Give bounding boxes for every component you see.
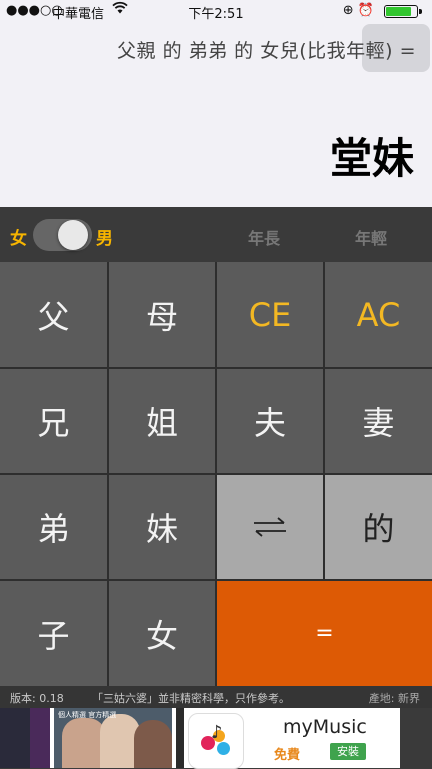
key-daughter[interactable]: 女 [109, 581, 215, 686]
mymusic-logo-icon: ♪ [188, 713, 244, 769]
gender-toggle[interactable] [33, 219, 92, 251]
ad-divider [176, 708, 184, 768]
ad-image-left [0, 708, 50, 768]
key-of[interactable]: 的 [325, 475, 432, 579]
swap-button[interactable] [217, 475, 323, 579]
expression-text: 父親 的 弟弟 的 女兒(比我年輕) = [117, 40, 416, 62]
disclaimer-text: 「三姑六婆」並非精密科學，只作參考。 [92, 692, 290, 705]
equals-button[interactable]: = [217, 581, 432, 686]
status-icons: ⊕ ⏰ [342, 3, 374, 18]
key-husband[interactable]: 夫 [217, 369, 323, 473]
ad-banner[interactable]: 個人精選 官方精選 ♪ myMusic 免費 安裝 [0, 708, 432, 769]
key-younger-sister[interactable]: 妹 [109, 475, 215, 579]
battery-fill [386, 7, 411, 16]
result-text: 堂妹 [329, 134, 414, 183]
toggle-knob[interactable] [58, 220, 88, 250]
female-label: 女 [10, 229, 27, 249]
ad-promo-image: 個人精選 官方精選 [54, 708, 172, 768]
keypad: 父 母 CE AC 兄 姐 夫 妻 弟 妹 的 子 女 = [0, 262, 432, 686]
ad-install-button[interactable]: 安裝 [330, 743, 366, 760]
version-text: 版本: 0.18 [10, 692, 64, 705]
clear-entry-button[interactable]: CE [217, 262, 323, 367]
key-elder-sister[interactable]: 姐 [109, 369, 215, 473]
footer: 版本: 0.18 「三姑六婆」並非精密科學，只作參考。 產地: 新界 [0, 686, 432, 708]
origin-text: 產地: 新界 [368, 692, 420, 705]
swap-arrows-icon [254, 517, 286, 537]
key-wife[interactable]: 妻 [325, 369, 432, 473]
ad-promo-caption: 個人精選 官方精選 [58, 711, 117, 719]
ad-title: myMusic [283, 716, 367, 738]
controls-bar: 女 男 年長 年輕 [0, 207, 432, 262]
key-father[interactable]: 父 [0, 262, 107, 367]
status-bar: ●●●○○ 中華電信 下午2:51 ⊕ ⏰ [0, 0, 432, 22]
key-son[interactable]: 子 [0, 581, 107, 686]
key-mother[interactable]: 母 [109, 262, 215, 367]
all-clear-button[interactable]: AC [325, 262, 432, 367]
male-label: 男 [96, 229, 113, 249]
ad-image-right [400, 708, 432, 768]
key-elder-brother[interactable]: 兄 [0, 369, 107, 473]
older-button[interactable]: 年長 [248, 225, 280, 249]
ad-free-label: 免費 [274, 748, 301, 763]
battery-icon [384, 5, 422, 18]
younger-button[interactable]: 年輕 [355, 225, 387, 249]
display-panel: 父親 的 弟弟 的 女兒(比我年輕) = 堂妹 [0, 22, 432, 207]
key-younger-brother[interactable]: 弟 [0, 475, 107, 579]
